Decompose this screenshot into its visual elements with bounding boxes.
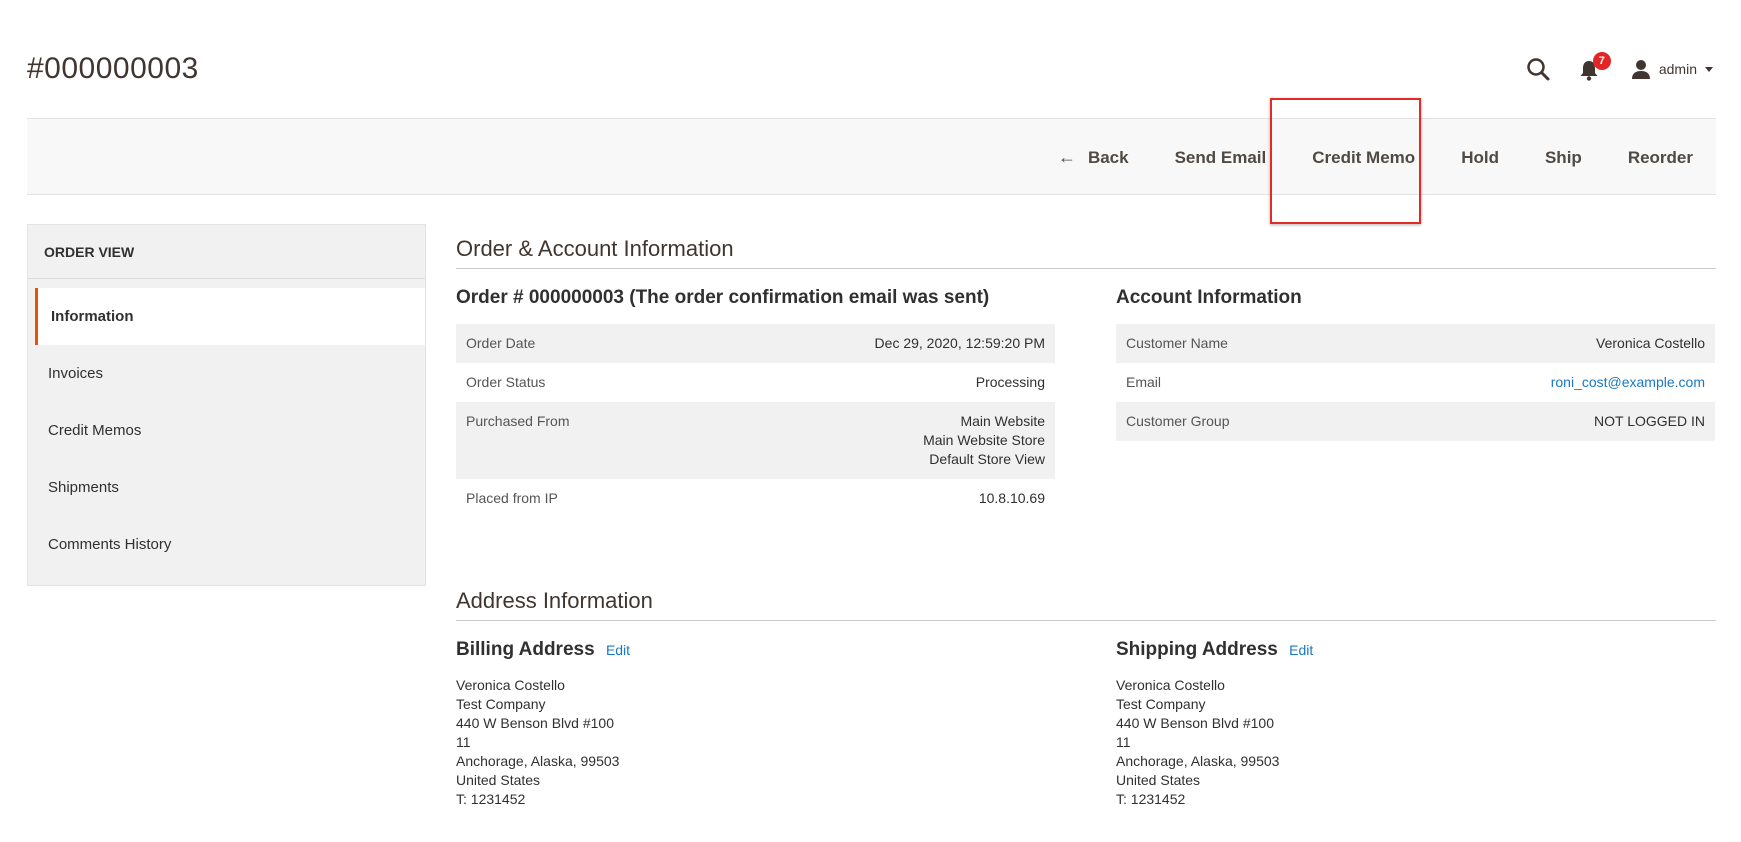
purchased-from-store: Main Website Store <box>923 432 1045 448</box>
row-value: Processing <box>975 374 1045 390</box>
address-section: Address Information Billing Address Edit… <box>456 588 1716 809</box>
purchased-from-store-view: Default Store View <box>929 451 1045 467</box>
purchased-from-website: Main Website <box>960 413 1045 429</box>
customer-email-link[interactable]: roni_cost@example.com <box>1551 374 1705 390</box>
address-line: T: 1231452 <box>456 791 526 807</box>
row-label: Order Status <box>466 374 546 390</box>
row-label: Purchased From <box>466 413 570 429</box>
back-button[interactable]: ← Back <box>1035 138 1152 178</box>
address-line: 440 W Benson Blvd #100 <box>1116 715 1274 731</box>
credit-memo-button[interactable]: Credit Memo <box>1289 138 1438 178</box>
main-content: Order & Account Information Order # 0000… <box>456 236 1716 809</box>
reorder-button[interactable]: Reorder <box>1605 138 1716 178</box>
notification-count-badge: 7 <box>1592 52 1611 70</box>
billing-address-title: Billing Address <box>456 639 595 660</box>
row-label: Customer Name <box>1126 335 1228 351</box>
row-value: Main Website Main Website Store Default … <box>692 402 1055 479</box>
order-view-sidebar: ORDER VIEW Information Invoices Credit M… <box>27 224 426 586</box>
address-line: 11 <box>1116 734 1131 750</box>
table-row: Customer Name Veronica Costello <box>1116 324 1715 363</box>
sidebar-item-comments-history[interactable]: Comments History <box>28 516 425 573</box>
row-value: roni_cost@example.com <box>1364 363 1715 402</box>
address-line: Veronica Costello <box>456 677 565 693</box>
table-row: Order Date Dec 29, 2020, 12:59:20 PM <box>456 324 1055 363</box>
table-row: Order Status Processing <box>456 363 1055 402</box>
shipping-address-column: Shipping Address Edit Veronica Costello … <box>1116 639 1715 809</box>
row-value: NOT LOGGED IN <box>1594 413 1705 429</box>
address-line: United States <box>1116 772 1201 788</box>
page-actions-bar: ← Back Send Email Credit Memo Hold Ship … <box>27 118 1716 195</box>
send-email-button[interactable]: Send Email <box>1152 138 1290 178</box>
search-icon[interactable] <box>1525 56 1551 82</box>
notifications-button[interactable]: 7 <box>1579 52 1611 82</box>
hold-button[interactable]: Hold <box>1438 138 1522 178</box>
billing-address-heading: Billing Address Edit <box>456 639 1055 661</box>
address-line: Anchorage, Alaska, 99503 <box>456 753 620 769</box>
row-label: Order Date <box>466 335 536 351</box>
back-button-label: Back <box>1087 147 1129 167</box>
address-line: 440 W Benson Blvd #100 <box>456 715 614 731</box>
row-label: Placed from IP <box>466 490 558 506</box>
ship-button[interactable]: Ship <box>1522 138 1605 178</box>
sidebar-title: ORDER VIEW <box>28 225 425 279</box>
address-line: Veronica Costello <box>1116 677 1225 693</box>
shipping-address-title: Shipping Address <box>1116 639 1278 660</box>
arrow-left-icon: ← <box>1057 147 1076 167</box>
shipping-address-heading: Shipping Address Edit <box>1116 639 1715 661</box>
order-info-table: Order Date Dec 29, 2020, 12:59:20 PM Ord… <box>456 324 1055 518</box>
sidebar-item-credit-memos[interactable]: Credit Memos <box>28 402 425 459</box>
account-title: Account Information <box>1116 287 1302 308</box>
billing-address-column: Billing Address Edit Veronica Costello T… <box>456 639 1055 809</box>
account-info-table: Customer Name Veronica Costello Email ro… <box>1116 324 1715 441</box>
table-row: Email roni_cost@example.com <box>1116 363 1715 402</box>
chevron-down-icon <box>1705 66 1713 72</box>
shipping-edit-link[interactable]: Edit <box>1289 642 1313 658</box>
table-row: Placed from IP 10.8.10.69 <box>456 479 1055 518</box>
page-title: #000000003 <box>27 52 199 85</box>
address-line: United States <box>456 772 541 788</box>
order-account-section-title: Order & Account Information <box>456 236 1716 269</box>
user-icon <box>1631 60 1650 79</box>
user-menu[interactable]: admin <box>1631 59 1713 79</box>
order-info-column: Order # 000000003 (The order confirmatio… <box>456 287 1055 518</box>
address-line: 11 <box>456 734 471 750</box>
order-title: Order # 000000003 (The order confirmatio… <box>456 287 990 308</box>
row-label: Email <box>1126 374 1162 390</box>
account-info-column: Account Information Customer Name Veroni… <box>1116 287 1715 518</box>
header-actions: 7 admin <box>1525 52 1713 82</box>
sidebar-item-invoices[interactable]: Invoices <box>28 345 425 402</box>
address-line: T: 1231452 <box>1116 791 1186 807</box>
address-line: Test Company <box>1116 696 1206 712</box>
sidebar-item-shipments[interactable]: Shipments <box>28 459 425 516</box>
row-value: 10.8.10.69 <box>978 490 1045 506</box>
billing-edit-link[interactable]: Edit <box>606 642 630 658</box>
sidebar-item-information[interactable]: Information <box>35 288 425 345</box>
address-section-title: Address Information <box>456 588 1716 621</box>
address-line: Anchorage, Alaska, 99503 <box>1116 753 1280 769</box>
address-line: Test Company <box>456 696 546 712</box>
row-value: Dec 29, 2020, 12:59:20 PM <box>874 335 1045 351</box>
table-row: Purchased From Main Website Main Website… <box>456 402 1055 479</box>
table-row: Customer Group NOT LOGGED IN <box>1116 402 1715 441</box>
user-name: admin <box>1658 61 1697 77</box>
row-value: Veronica Costello <box>1596 335 1705 351</box>
row-label: Customer Group <box>1126 413 1230 429</box>
